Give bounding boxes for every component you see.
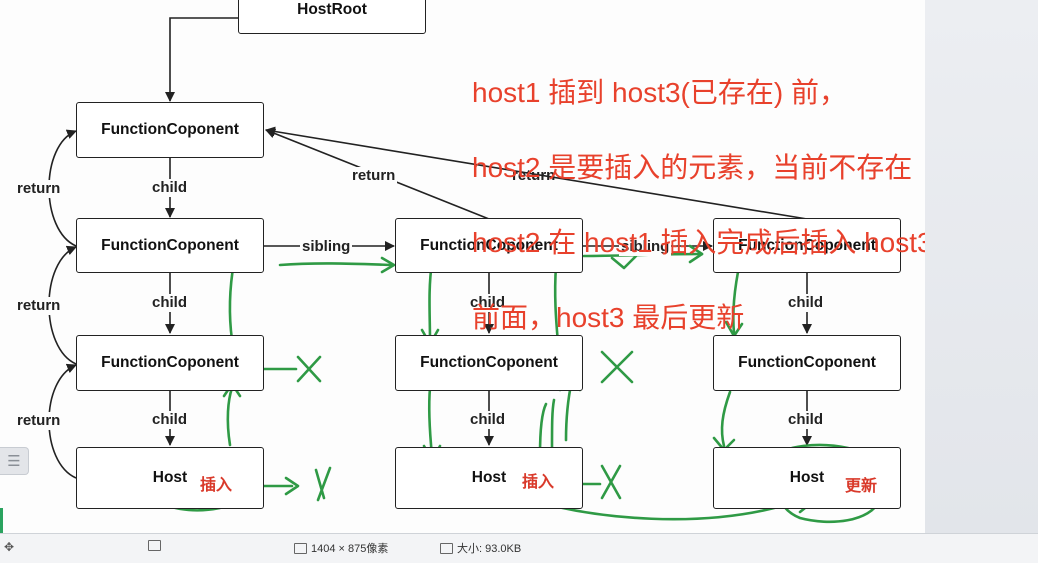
label-return-c2: return — [350, 167, 398, 185]
file-size-icon — [440, 542, 453, 554]
note-line-3: host2 在 host1 插入完成后插入 host3 — [472, 226, 925, 258]
note-line-1: host1 插到 host3(已存在) 前， — [472, 76, 847, 108]
label-insert-host1: 插入 — [200, 477, 233, 494]
label-child-c1-2: child — [150, 294, 190, 312]
node-fc-col1-row1[interactable]: FunctionCoponent — [76, 218, 264, 273]
side-panel — [925, 0, 1038, 533]
node-host-root-label: HostRoot — [297, 1, 367, 18]
list-toggle-icon[interactable]: ☰ — [0, 447, 29, 475]
node-fc-top-label: FunctionCoponent — [101, 121, 239, 138]
node-host-col2[interactable]: Host — [395, 447, 583, 509]
node-host-col3-label: Host — [789, 469, 825, 486]
note-line-4: 前面，host3 最后更新 — [472, 301, 745, 333]
node-fc-col1-row1-label: FunctionCoponent — [101, 236, 239, 254]
label-insert-host2: 插入 — [522, 474, 555, 491]
node-fc-col1-row2-label: FunctionCoponent — [101, 354, 239, 371]
edge-root-to-top — [165, 17, 240, 102]
fit-view-icon[interactable] — [148, 540, 161, 551]
note-line-2: host2 是要插入的元素，当前不存在 — [472, 151, 913, 183]
status-dimensions-text: 1404 × 875像素 — [311, 543, 389, 555]
label-child-c3-3: child — [786, 411, 826, 429]
status-dimensions: 1404 × 875像素 — [294, 540, 388, 556]
status-bar: ✥ 1404 × 875像素 大小: 93.0KB — [0, 533, 1038, 563]
status-filesize-text: 大小: 93.0KB — [457, 543, 522, 555]
label-return-1: return — [15, 180, 63, 198]
label-return-3: return — [15, 412, 63, 430]
label-update-host3: 更新 — [845, 478, 878, 495]
status-filesize: 大小: 93.0KB — [440, 540, 521, 556]
label-child-c1-1: child — [150, 179, 190, 197]
node-host-col1-label: Host — [152, 469, 188, 486]
label-return-2: return — [15, 297, 63, 315]
node-host-root[interactable]: HostRoot — [238, 0, 426, 34]
node-fc-top[interactable]: FunctionCoponent — [76, 102, 264, 158]
node-host-col1[interactable]: Host — [76, 447, 264, 509]
node-fc-col1-row2[interactable]: FunctionCoponent — [76, 335, 264, 391]
diagram-canvas: HostRoot FunctionCoponent FunctionCopone… — [0, 0, 925, 533]
label-child-c1-3: child — [150, 411, 190, 429]
label-sibling-1: sibling — [300, 238, 353, 256]
move-icon[interactable]: ✥ — [4, 540, 14, 554]
node-host-col2-label: Host — [471, 469, 507, 486]
annotation-note: host1 插到 host3(已存在) 前， host2 是要插入的元素，当前不… — [472, 36, 925, 374]
image-size-icon — [294, 542, 307, 554]
label-child-c2-3: child — [468, 411, 508, 429]
